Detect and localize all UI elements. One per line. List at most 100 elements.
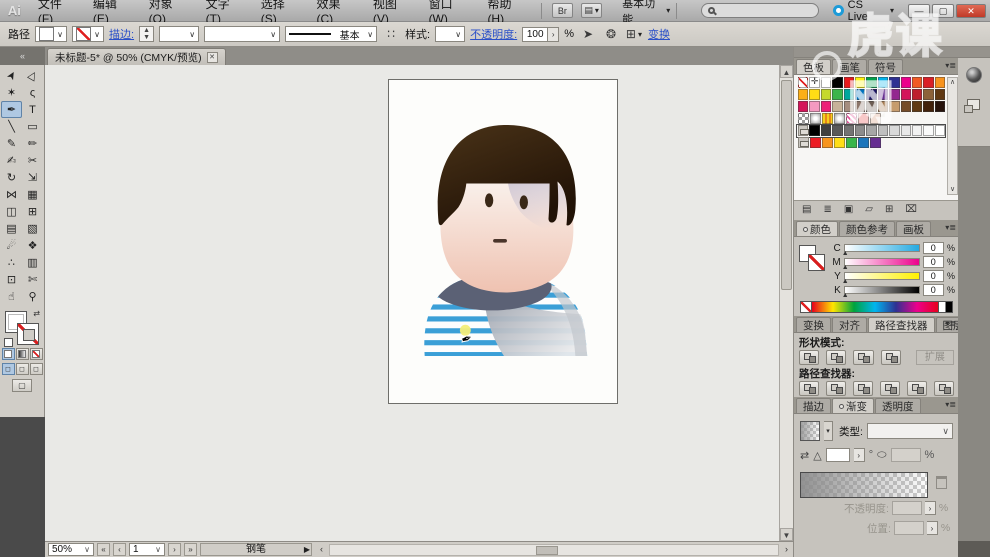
swatch[interactable] [855,125,865,136]
free-transform-tool[interactable]: ▦ [22,186,43,203]
delete-stop-icon[interactable] [936,476,947,489]
maximize-button[interactable]: ▢ [932,4,954,18]
opacity-link[interactable]: 不透明度: [470,26,517,42]
status-tool-display[interactable]: 钢笔▶ [200,543,312,556]
scroll-up-icon[interactable]: ∧ [948,78,957,87]
fill-stroke-indicator[interactable]: ⇄ [5,311,39,345]
tab-符号[interactable]: 符号 [868,59,903,74]
graphic-styles-panel-icon[interactable] [967,99,980,110]
recolor-artwork-icon[interactable]: ❂ [602,26,620,42]
selection-tool[interactable]: ➤ [1,67,22,84]
blob-brush-tool[interactable]: ✍ [1,152,22,169]
swatch[interactable] [901,101,911,112]
zoom-tool[interactable]: ⚲ [22,288,43,305]
scroll-up-icon[interactable]: ▲ [780,65,793,78]
exclude-button[interactable] [881,350,901,365]
tab-透明度[interactable]: 透明度 [875,398,921,413]
align-to-grid-icon[interactable]: ⊞▾ [625,26,643,42]
last-artboard-button[interactable]: » [184,543,197,556]
lasso-tool[interactable]: ς [22,84,43,101]
swatch-folder[interactable] [798,125,808,136]
direct-selection-tool[interactable]: ▷ [22,67,43,84]
new-color-group-button[interactable]: ▱ [865,204,873,215]
swatch[interactable] [866,101,876,112]
swatch[interactable] [834,137,845,148]
tab-对齐[interactable]: 对齐 [832,317,867,332]
channel-value-input[interactable]: 0 [923,242,944,254]
channel-slider[interactable]: ▲ [844,258,920,266]
hand-tool[interactable]: ☝ [1,288,22,305]
swatch-radial[interactable] [834,113,845,124]
slider-thumb[interactable]: ▲ [842,250,849,257]
blend-tool[interactable]: ❖ [22,237,43,254]
magic-wand-tool[interactable]: ✶ [1,84,22,101]
cs-live-button[interactable]: CS Live ▾ [833,0,894,23]
angle-spinner[interactable]: › [854,448,865,462]
brush-definition-combo[interactable]: 基本∨ [285,26,377,42]
swatch[interactable] [912,101,922,112]
opacity-spinner[interactable]: › [548,27,559,42]
swatch[interactable] [901,77,911,88]
swatch[interactable] [935,89,945,100]
gradient-tool[interactable]: ▧ [22,220,43,237]
rectangle-tool[interactable]: ▭ [22,118,43,135]
swatch[interactable] [809,89,819,100]
rotate-tool[interactable]: ↻ [1,169,22,186]
slider-thumb[interactable]: ▲ [842,264,849,271]
divide-button[interactable] [799,381,819,396]
scroll-down-icon[interactable]: ∨ [948,185,957,194]
artboard-tool[interactable]: ⊡ [1,271,22,288]
swatch[interactable] [889,89,899,100]
eyedropper-tool[interactable]: ☄ [1,237,22,254]
channel-value-input[interactable]: 0 [923,270,944,282]
swatch-reg[interactable] [809,77,819,88]
swatch[interactable] [870,137,881,148]
gradient-thumbnail[interactable] [800,421,820,441]
unite-button[interactable] [799,350,819,365]
swatch[interactable] [844,125,854,136]
swatch[interactable] [870,113,881,124]
swatch[interactable] [935,101,945,112]
swatch[interactable] [912,77,922,88]
swap-fill-stroke-icon[interactable]: ⇄ [33,309,40,318]
swatch[interactable] [855,77,865,88]
tab-颜色参考[interactable]: 颜色参考 [839,221,895,236]
swatch[interactable] [832,101,842,112]
swatch[interactable] [858,113,869,124]
close-button[interactable]: ✕ [956,4,986,18]
width-tool[interactable]: ⋈ [1,186,22,203]
reverse-gradient-icon[interactable]: ⇄ [800,449,809,462]
panel-menu-icon[interactable]: ▾≣ [945,61,956,70]
draw-inside-button[interactable]: ◻ [30,363,43,375]
tab-画板[interactable]: 画板 [896,221,931,236]
dock-header[interactable] [958,47,990,58]
slider-thumb[interactable]: ▲ [842,292,849,299]
collapse-panel-button[interactable]: « [0,47,45,65]
swatch[interactable] [923,101,933,112]
isolate-selected-icon[interactable]: ➤ [579,26,597,42]
channel-value-input[interactable]: 0 [923,284,944,296]
vertical-scroll-thumb[interactable] [781,80,792,290]
swatch[interactable] [855,101,865,112]
panel-menu-icon[interactable]: ▾≣ [945,223,956,232]
crop-button[interactable] [880,381,900,396]
swatch[interactable] [889,77,899,88]
previous-artboard-button[interactable]: ‹ [113,543,126,556]
swatch[interactable] [912,125,922,136]
none-swatch[interactable] [800,301,812,313]
minus-front-button[interactable] [826,350,846,365]
canvas-area[interactable]: ✒ [45,65,779,541]
panel-menu-icon[interactable]: ▾≣ [945,400,956,409]
default-fill-stroke-icon[interactable] [4,338,13,347]
channel-slider[interactable]: ▲ [844,286,920,294]
tab-变换[interactable]: 变换 [796,317,831,332]
swatch[interactable] [844,89,854,100]
swatch[interactable] [821,89,831,100]
swatch-radial[interactable] [810,113,821,124]
draw-normal-button[interactable]: ◻ [2,363,15,375]
line-segment-tool[interactable]: ╲ [1,118,22,135]
swatch[interactable] [855,89,865,100]
intersect-button[interactable] [853,350,873,365]
swatch[interactable] [878,89,888,100]
scroll-right-icon[interactable]: › [780,543,793,557]
